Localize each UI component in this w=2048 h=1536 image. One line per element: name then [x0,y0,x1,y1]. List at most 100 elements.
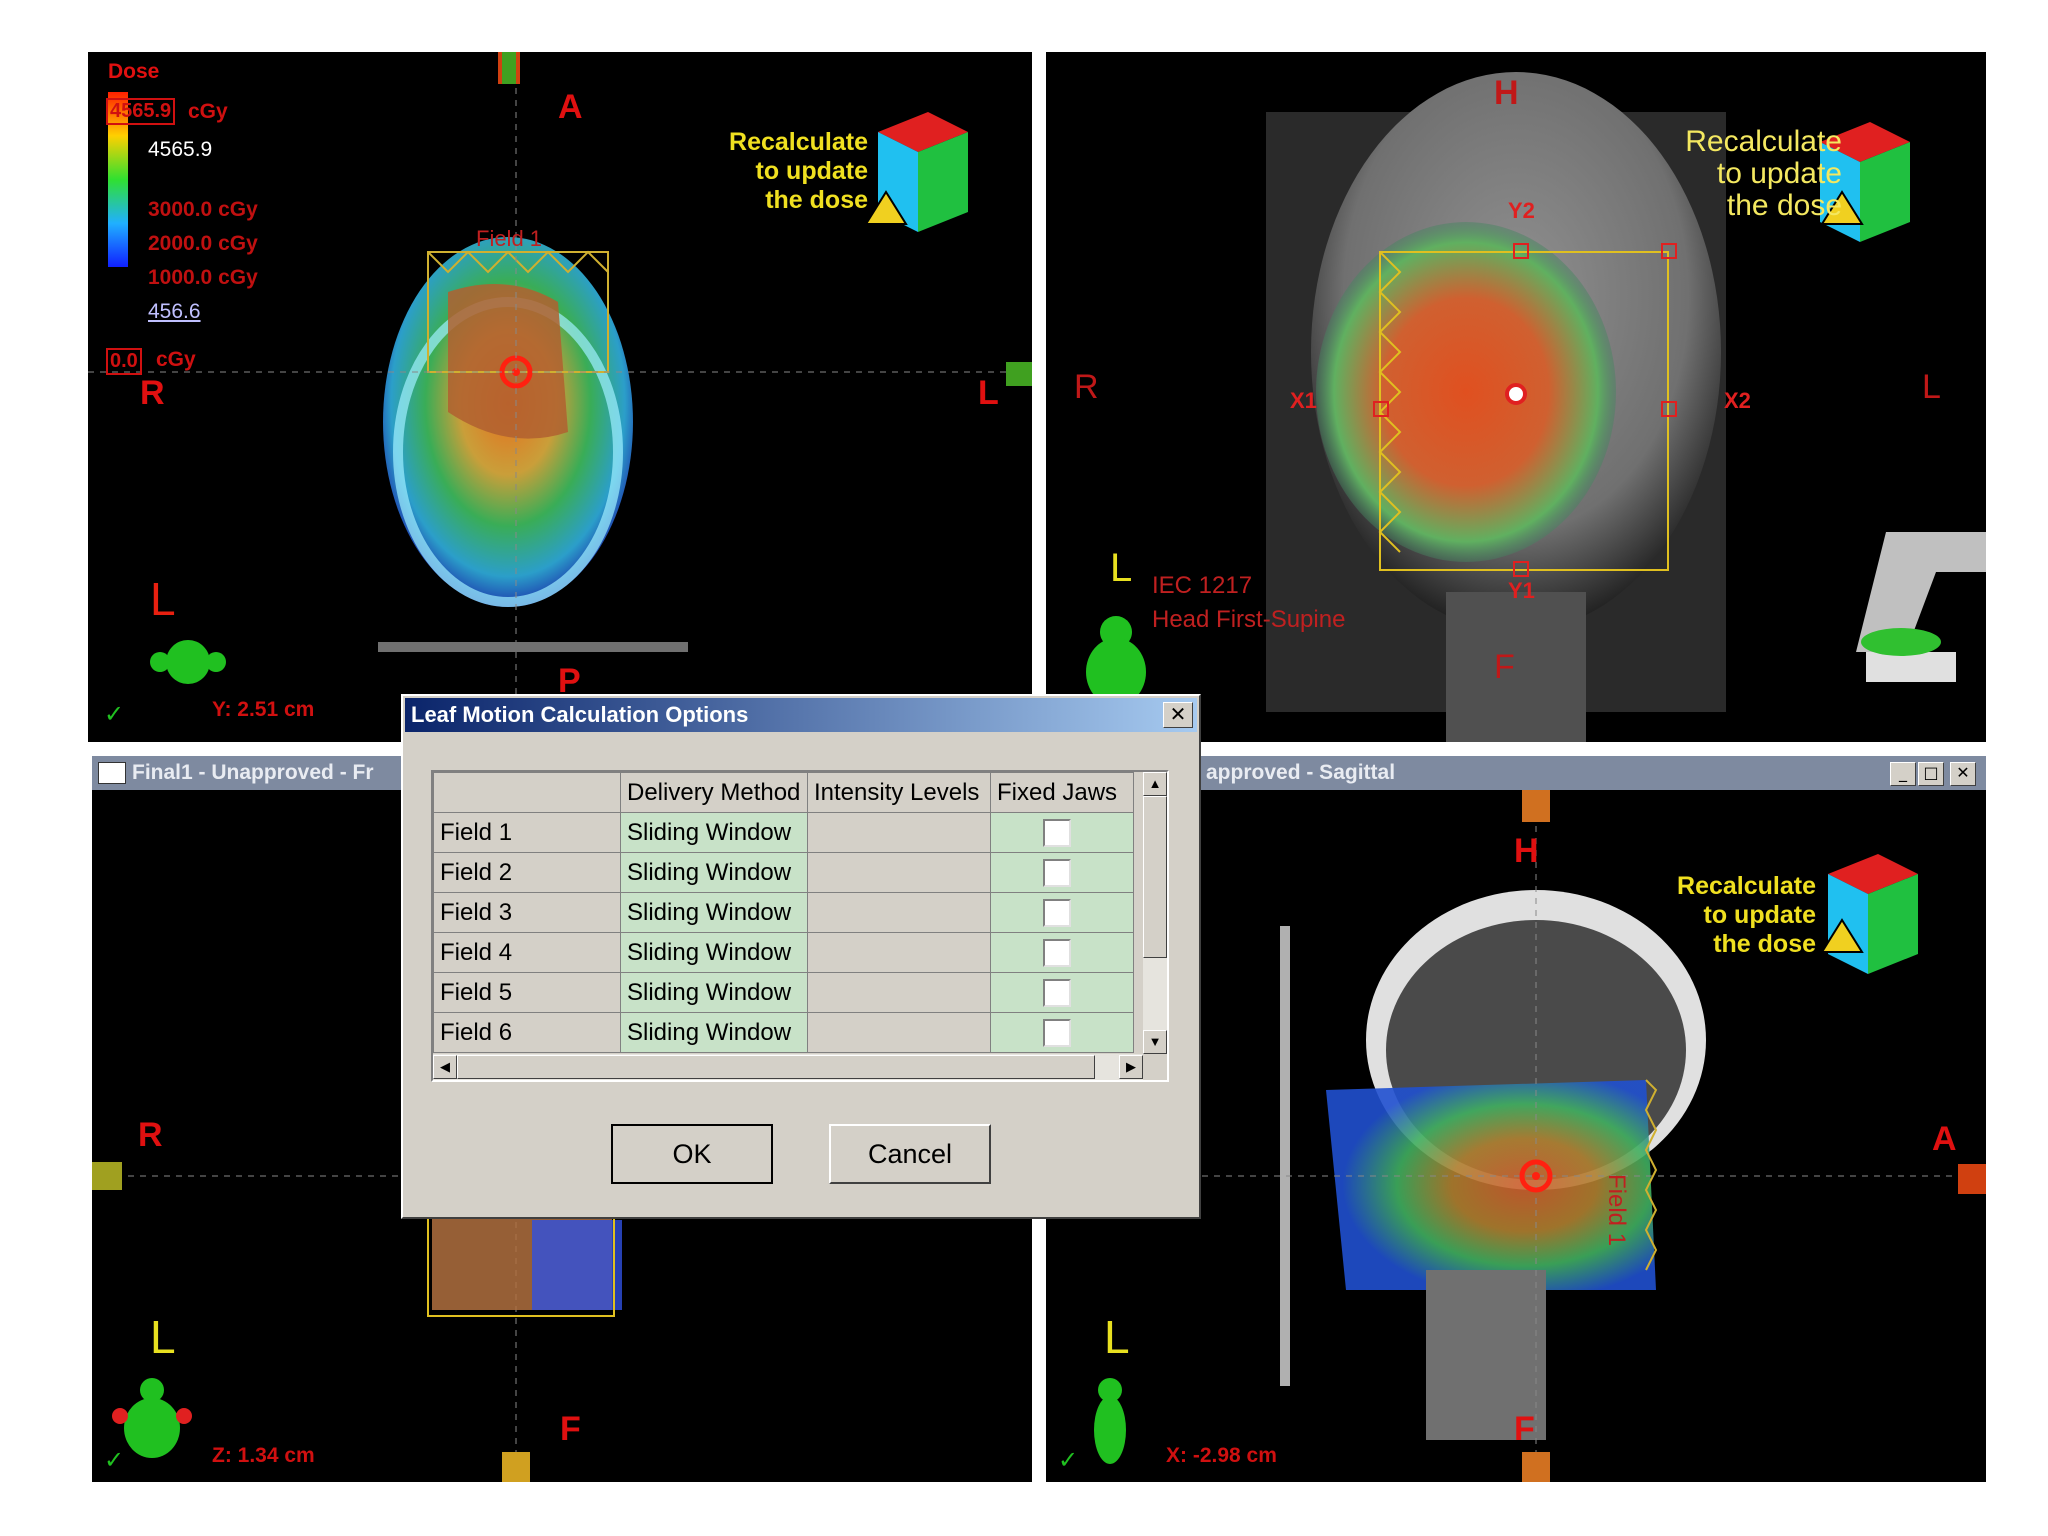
label-right: R [1074,368,1099,406]
scroll-thumb[interactable] [1143,796,1167,958]
fields-grid[interactable]: Delivery Method Intensity Levels Fixed J… [431,770,1169,1082]
scroll-up-arrow-icon[interactable]: ▲ [1143,772,1167,796]
grid-header-delivery-method[interactable]: Delivery Method [620,772,808,813]
label-head: H [1514,832,1539,870]
dose-max-box: 4565.9 [106,98,176,125]
fixed-jaws-checkbox[interactable] [1043,858,1071,887]
field-name-cell: Field 1 [433,812,621,853]
fixed-jaws-checkbox[interactable] [1043,938,1071,967]
fixed-jaws-cell [990,972,1134,1013]
check-icon: ✓ [1058,1447,1079,1474]
grid-header-fixed-jaws[interactable]: Fixed Jaws [990,772,1134,813]
hscroll-thumb[interactable] [457,1055,1095,1079]
field-name-cell: Field 3 [433,892,621,933]
delivery-method-cell[interactable]: Sliding Window [620,892,808,933]
label-foot: F [1514,1410,1535,1448]
orientation-letter: L [1110,546,1133,590]
slice-coordinate: Z: 1.34 cm [212,1444,315,1467]
scroll-right-arrow-icon[interactable]: ▶ [1119,1055,1143,1079]
field-name-cell: Field 6 [433,1012,621,1053]
recalc-warning[interactable]: Recalculate to update the dose [1606,872,1816,959]
field-name-cell: Field 5 [433,972,621,1013]
fixed-jaws-checkbox[interactable] [1043,978,1071,1007]
label-right: R [138,1116,163,1154]
slice-coordinate: X: -2.98 cm [1166,1444,1277,1467]
intensity-levels-cell[interactable] [807,972,991,1013]
jaw-y2-label: Y2 [1508,198,1535,223]
label-anterior: A [1932,1120,1957,1158]
fixed-jaws-cell [990,932,1134,973]
maximize-button[interactable]: □ [1918,762,1944,786]
recalc-warning[interactable]: Recalculate to update the dose [648,128,868,215]
iec-label: IEC 1217 [1152,572,1253,599]
intensity-levels-cell[interactable] [807,1012,991,1053]
check-icon: ✓ [104,701,125,728]
dose-level-2000: 2000.0 cGy [148,232,258,255]
fixed-jaws-cell [990,852,1134,893]
dose-cursor-box: 0.0 [106,348,142,375]
scroll-down-arrow-icon[interactable]: ▼ [1143,1030,1167,1054]
dose-level-1000: 1000.0 cGy [148,266,258,289]
field-name-cell: Field 2 [433,852,621,893]
dose-min-value[interactable]: 456.6 [148,300,201,324]
dialog-title[interactable]: Leaf Motion Calculation Options [405,698,1197,732]
dialog-close-button[interactable]: ✕ [1163,702,1193,728]
frontal-view[interactable]: H R L F L Y2 Y1 X1 X2 IEC 1217 Head Firs… [1046,52,1986,742]
dose-cursor-unit: cGy [156,348,196,371]
fixed-jaws-checkbox[interactable] [1043,1018,1071,1047]
patient-figure-icon [150,640,226,684]
recalc-line3: the dose [765,186,868,214]
intensity-levels-cell[interactable] [807,852,991,893]
ok-button[interactable]: OK [611,1124,773,1184]
gantry-icon [1856,532,1986,682]
recalc-line2: to update [1716,157,1842,190]
intensity-levels-cell[interactable] [807,932,991,973]
minimize-button[interactable]: _ [1890,762,1916,786]
patient-figure-icon [1086,616,1146,706]
transverse-view[interactable]: Dose 4565.9 cGy 4565.9 3000.0 cGy 2000.0… [88,52,1032,742]
check-icon: ✓ [104,1447,125,1474]
orientation-letter: L [1104,1311,1130,1363]
grid-vertical-scrollbar[interactable]: ▲ ▼ [1143,772,1167,1054]
delivery-method-cell[interactable]: Sliding Window [620,852,808,893]
delivery-method-cell[interactable]: Sliding Window [620,972,808,1013]
fixed-jaws-checkbox[interactable] [1043,818,1071,847]
delivery-method-cell[interactable]: Sliding Window [620,812,808,853]
table-row[interactable]: Field 1 Sliding Window [433,812,1134,853]
table-row[interactable]: Field 6 Sliding Window [433,1012,1134,1053]
view-title: approved - Sagittal [1206,761,1396,784]
label-left: L [1922,368,1941,406]
fixed-jaws-checkbox[interactable] [1043,898,1071,927]
intensity-levels-cell[interactable] [807,892,991,933]
grid-horizontal-scrollbar[interactable]: ◀ ▶ [433,1054,1143,1080]
recalc-warning[interactable]: Recalculate to update the dose [1586,126,1842,222]
field-name-cell: Field 4 [433,932,621,973]
fixed-jaws-cell [990,892,1134,933]
label-left: L [978,374,999,412]
grid-header-row: Delivery Method Intensity Levels Fixed J… [433,772,1134,813]
recalc-line1: Recalculate [729,128,868,156]
intensity-levels-cell[interactable] [807,812,991,853]
dose-max-value: 4565.9 [148,138,213,161]
leaf-motion-dialog[interactable]: Leaf Motion Calculation Options ✕ Delive… [401,694,1201,1219]
grid-header-intensity-levels[interactable]: Intensity Levels [807,772,991,813]
recalc-line1: Recalculate [1677,872,1816,900]
grid-header-blank [433,772,621,813]
close-button[interactable]: ✕ [1950,762,1976,786]
field-label: Field 1 [476,226,543,251]
window-icon [98,762,126,785]
table-row[interactable]: Field 5 Sliding Window [433,972,1134,1013]
jaw-y1-label: Y1 [1508,578,1535,603]
orientation-letter: L [150,573,176,625]
recalc-line2: to update [755,157,869,185]
scroll-left-arrow-icon[interactable]: ◀ [433,1055,457,1079]
table-row[interactable]: Field 3 Sliding Window [433,892,1134,933]
fields-table: Delivery Method Intensity Levels Fixed J… [433,772,1134,1053]
cancel-button[interactable]: Cancel [829,1124,991,1184]
delivery-method-cell[interactable]: Sliding Window [620,932,808,973]
table-row[interactable]: Field 4 Sliding Window [433,932,1134,973]
slice-coordinate: Y: 2.51 cm [212,698,315,721]
table-row[interactable]: Field 2 Sliding Window [433,852,1134,893]
view-title: Final1 - Unapproved - Fr [132,761,374,784]
delivery-method-cell[interactable]: Sliding Window [620,1012,808,1053]
